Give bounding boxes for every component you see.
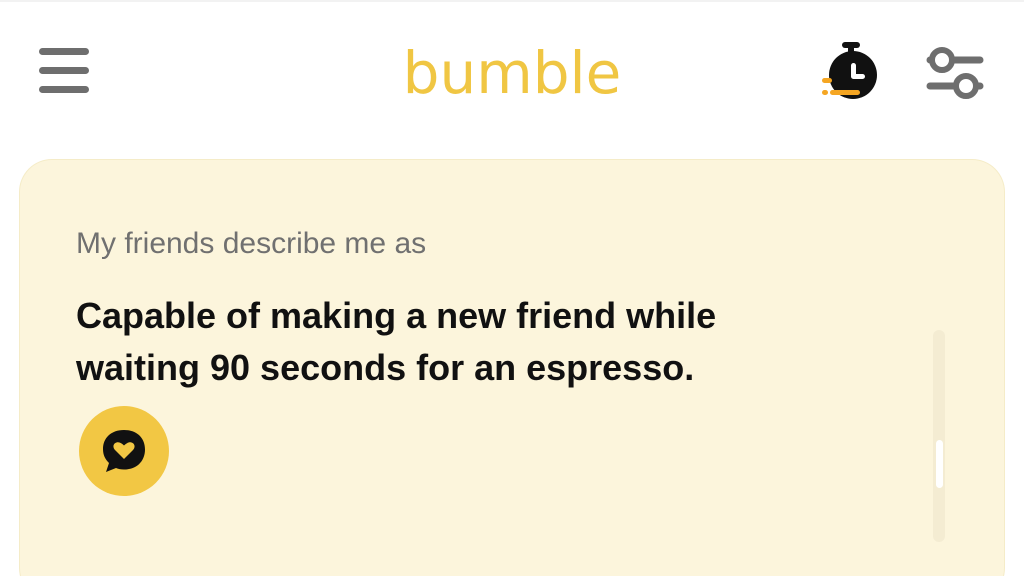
menu-bar-bottom bbox=[39, 86, 89, 93]
stopwatch-icon-graphic bbox=[822, 42, 877, 99]
prompt-label: My friends describe me as bbox=[76, 227, 427, 260]
sliders-icon[interactable] bbox=[920, 38, 990, 108]
sliders-icon-graphic bbox=[926, 47, 984, 99]
top-header: bumble bbox=[0, 0, 1024, 150]
stopwatch-icon[interactable] bbox=[814, 38, 886, 108]
prompt-answer-line-1: Capable of making a new friend while bbox=[76, 295, 717, 336]
bumble-app-screen: bumble My friends describe me as Capable… bbox=[0, 0, 1024, 576]
menu-bar-top bbox=[39, 48, 89, 55]
profile-prompt-card: My friends describe me as Capable of mak… bbox=[20, 160, 1004, 576]
menu-bar-middle bbox=[39, 67, 89, 74]
heart-speech-bubble-icon bbox=[103, 430, 145, 472]
card-scrollbar-thumb[interactable] bbox=[936, 440, 943, 488]
bumble-logo: bumble bbox=[402, 39, 622, 107]
card-scrollbar[interactable] bbox=[933, 330, 945, 542]
prompt-answer: Capable of making a new friend while wai… bbox=[76, 290, 856, 394]
prompt-answer-line-2: waiting 90 seconds for an espresso. bbox=[76, 347, 695, 388]
comment-button[interactable] bbox=[79, 406, 169, 496]
hamburger-menu-icon[interactable] bbox=[34, 44, 96, 100]
